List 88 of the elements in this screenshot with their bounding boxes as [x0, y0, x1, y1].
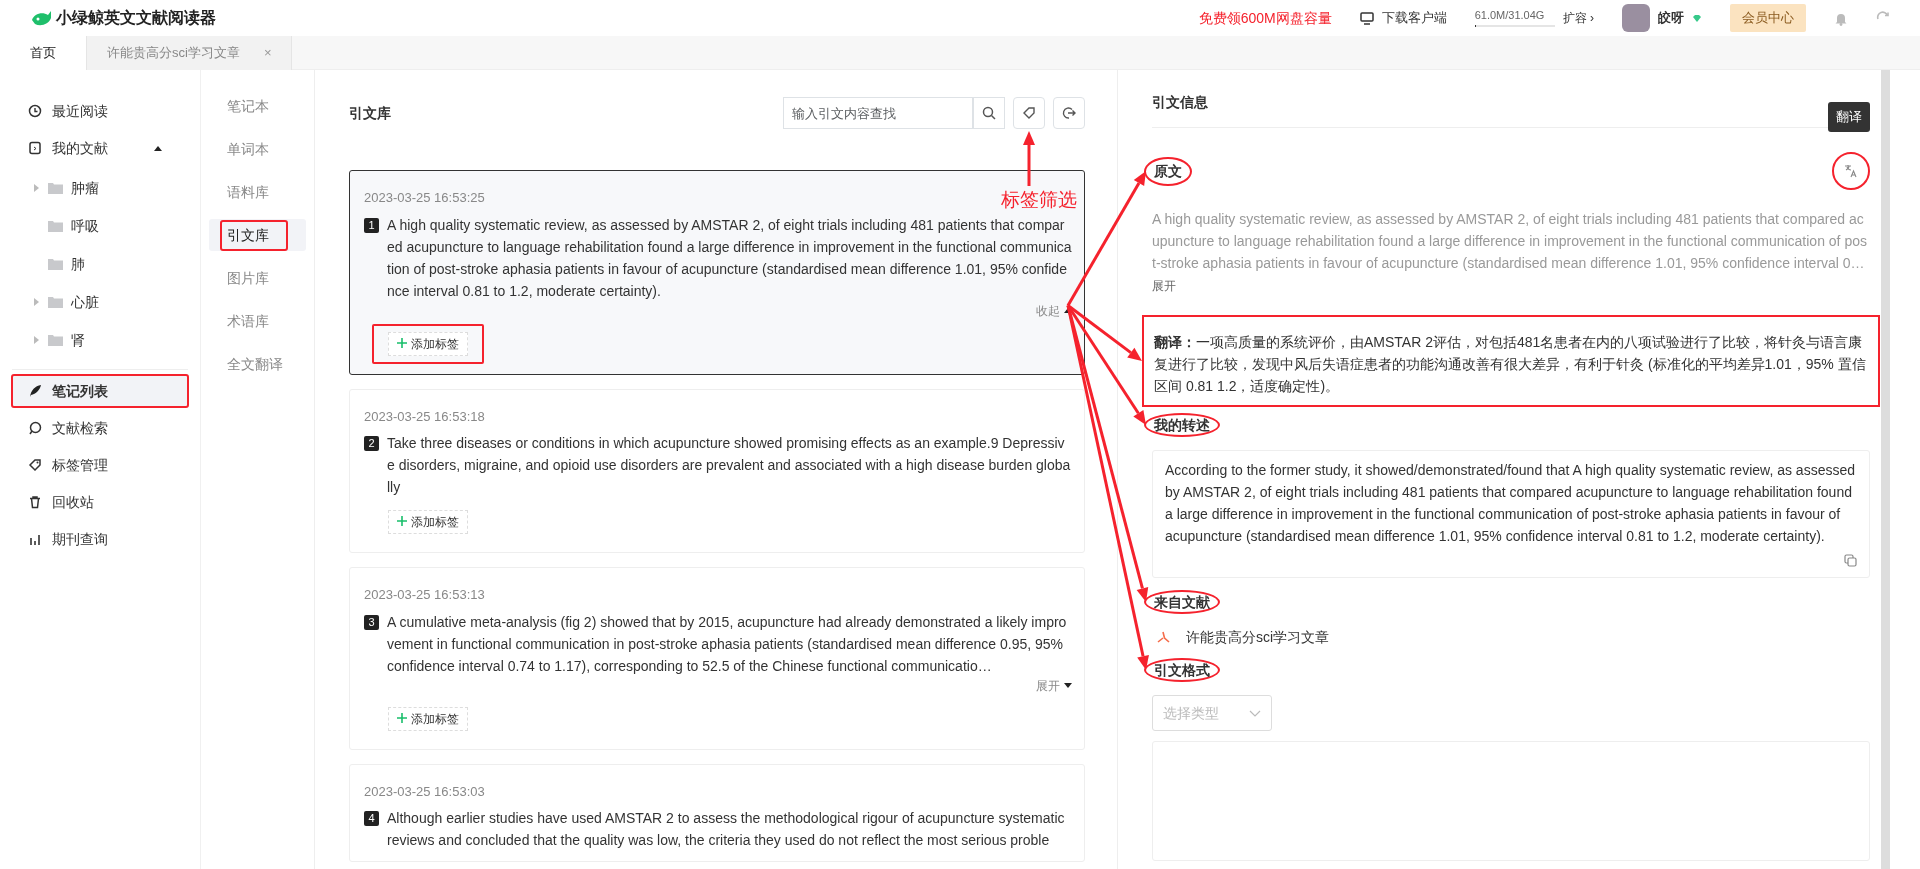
member-center-button[interactable]: 会员中心 — [1730, 4, 1806, 32]
feather-icon — [28, 384, 42, 398]
folder-item[interactable]: 心脏 — [12, 283, 188, 321]
citation-text: A high quality systematic review, as assessed by AMSTAR 2, of eight trials including 481 patients that compared acupuncture to language rehabilitation found a large difference in improvement in the functional communication of post-stroke aphasia patients in favour of acupuncture (standardised mean difference 1.01, 95% confidence interval 0.81 to 1.2, moderate certainty). — [387, 215, 1072, 301]
app-title: 小绿鲸英文文献阅读器 — [56, 8, 216, 28]
document-icon — [28, 141, 42, 155]
diamond-icon — [1692, 13, 1702, 23]
index-badge: 1 — [364, 217, 379, 233]
panel-title: 引文库 — [349, 103, 391, 123]
plus-icon — [397, 712, 407, 723]
toggle-link[interactable]: 展开 — [1152, 279, 1176, 293]
search-icon — [28, 421, 42, 435]
index-badge: 3 — [364, 614, 379, 630]
sidebar-item[interactable]: 我的文献 — [12, 132, 188, 164]
citation-text: A cumulative meta-analysis (fig 2) showed that by 2015, acupuncture had already demonstrated a likely improvement in functional communication in post-stroke aphasia patients (standardised mean difference 0.95, 95% confidence interval 0.74 to 1.17), corresponding to 52.5 of the Chinese functional communicatio… — [387, 612, 1068, 676]
subnav-item[interactable]: 单词本 — [209, 133, 306, 165]
bar-chart-icon — [28, 532, 42, 546]
search-icon — [982, 106, 996, 120]
annotation-arrow — [1023, 131, 1035, 186]
monitor-icon — [1359, 11, 1374, 25]
search-button[interactable] — [973, 97, 1005, 129]
add-tag-button[interactable]: 添加标签 — [388, 331, 468, 356]
subnav-item[interactable]: 引文库 — [209, 219, 306, 251]
user-name[interactable]: 皎呀 — [1658, 8, 1684, 28]
avatar[interactable] — [1622, 4, 1650, 32]
subnav-item[interactable]: 图片库 — [209, 262, 306, 294]
tag-icon — [28, 458, 42, 472]
folder-icon — [48, 296, 63, 308]
expand-link[interactable]: 扩容 › — [1562, 9, 1594, 27]
timestamp: 2023-03-25 16:53:03 — [364, 782, 485, 801]
toggle-link[interactable]: 展开 — [1036, 676, 1072, 695]
chevron-down-icon — [1249, 709, 1261, 717]
translation-text: 翻译：一项高质量的系统评价，由AMSTAR 2评估，对包括481名患者在内的八项试验进行了比较，将针灸与语言康复进行了比较，发现中风后失语症患者的功能沟通改善有很大差异，有利于针灸 (标准化的平均差异1.01，95% 置信区间 0.81 1.2，适度确定性)。 — [1154, 333, 1867, 396]
pdf-icon — [1156, 630, 1170, 645]
folder-item[interactable]: 肺 — [12, 245, 188, 283]
tag-icon — [1022, 106, 1036, 120]
original-text: A high quality systematic review, as assessed by AMSTAR 2, of eight trials including 481 patients that compared acupuncture to language rehabilitation found a large difference in improvement in the functional communication of post-stroke aphasia patients in favour of acupuncture (standardised mean difference 1.01, 95% confidence interval 0… 展开 — [1152, 210, 1868, 295]
translate-icon — [1844, 164, 1858, 178]
copy-icon[interactable] — [1844, 554, 1857, 567]
trash-icon — [28, 495, 42, 509]
plus-icon — [397, 516, 407, 526]
promo-link[interactable]: 免费领600M网盘容量 — [1198, 7, 1332, 29]
caret-icon[interactable] — [154, 145, 162, 151]
caret-icon — [1064, 683, 1072, 688]
storage-reading: 61.0M/31.04G — [1474, 9, 1546, 22]
index-badge: 2 — [364, 436, 379, 451]
citation-text: Although earlier studies have used AMSTAR 2 to assess the methodological rigour of acupuncture systematic reviews and concluded that the quality was low, the criteria they used do not reflect the most serious proble — [387, 809, 1066, 850]
plus-icon — [397, 337, 407, 348]
translate-button[interactable] — [1832, 152, 1870, 190]
sidebar-item[interactable]: 笔记列表 — [12, 375, 188, 407]
subnav-item[interactable]: 笔记本 — [209, 90, 306, 122]
subnav-item[interactable]: 术语库 — [209, 305, 306, 337]
tag-filter-button[interactable] — [1013, 97, 1045, 129]
add-tag-button[interactable]: 添加标签 — [388, 706, 468, 731]
subnav-item[interactable]: 全文翻译 — [209, 348, 306, 380]
paraphrase-box[interactable] — [1152, 450, 1870, 578]
folder-item[interactable]: 肿瘤 — [12, 169, 188, 207]
search-field[interactable]: 输入引文内容查找 — [783, 97, 973, 129]
tooltip: 翻译 — [1828, 102, 1870, 132]
toggle-link[interactable]: 收起 — [1036, 301, 1072, 320]
sidebar-item[interactable]: 标签管理 — [12, 449, 188, 481]
exit-icon — [1062, 106, 1076, 120]
citation-text: Take three diseases or conditions in which acupuncture showed promising effects as an example.9 Depressive disorders, migraine, and opioid use disorders are prevalent and associated with a high disease burden globally — [387, 434, 1072, 497]
clock-icon — [28, 104, 42, 118]
sidebar-item[interactable]: 期刊查询 — [12, 523, 188, 555]
timestamp: 2023-03-25 16:53:25 — [364, 189, 485, 207]
citation-card[interactable] — [349, 170, 1085, 375]
timestamp: 2023-03-25 16:53:18 — [364, 407, 485, 426]
scrollbar[interactable] — [1881, 70, 1890, 869]
paraphrase-text: According to the former study, it showed/demonstrated/found that A high quality systematic review, as assessed by AMSTAR 2, of eight trials including 481 patients that compared acupuncture to language rehabilitation found a large difference in improvement in the functional communication of post-stroke aphasia patients in favour of acupuncture (standardised mean difference 1.01, 95% confidence interval 0.81 to 1.2, moderate certainty). — [1165, 461, 1856, 546]
exit-button[interactable] — [1053, 97, 1085, 129]
add-tag-button[interactable]: 添加标签 — [388, 510, 468, 534]
timestamp: 2023-03-25 16:53:13 — [364, 586, 485, 604]
annotation-label: 标签筛选 — [1001, 188, 1077, 212]
folder-icon — [48, 182, 63, 194]
sidebar-item[interactable]: 最近阅读 — [12, 95, 188, 127]
download-link[interactable]: 下载客户端 — [1359, 8, 1447, 28]
folder-icon — [48, 258, 63, 270]
subnav-item[interactable]: 语料库 — [209, 176, 306, 208]
folder-icon — [48, 220, 63, 232]
folder-item[interactable]: 肾 — [12, 321, 188, 359]
source-document-link[interactable]: 许能贵高分sci学习文章 — [1156, 627, 1870, 648]
folder-item[interactable]: 呼吸 — [12, 207, 188, 245]
sidebar-item[interactable]: 文献检索 — [12, 412, 188, 444]
folder-icon — [48, 334, 63, 346]
document-tab[interactable]: 首页 — [0, 36, 87, 70]
index-badge: 4 — [364, 811, 379, 826]
sidebar-item[interactable]: 回收站 — [12, 486, 188, 518]
